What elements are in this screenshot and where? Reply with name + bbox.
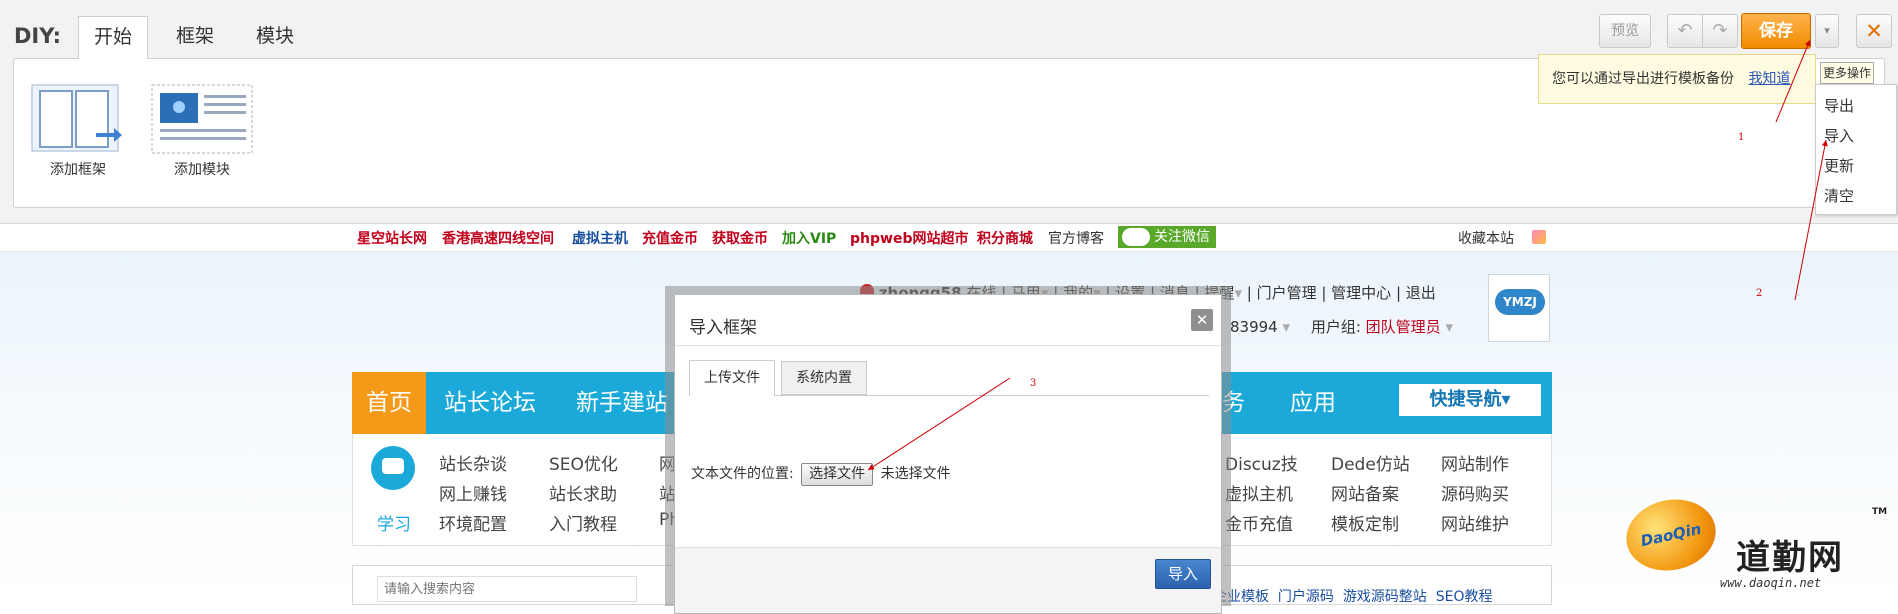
sub-nav-link[interactable]: Discuz技: [1225, 450, 1298, 475]
hot-link[interactable]: SEO教程: [1436, 589, 1493, 605]
learn-label[interactable]: 学习: [377, 510, 411, 535]
dialog-close-icon[interactable]: ✕: [1191, 309, 1213, 331]
sub-nav-link[interactable]: 网站维护: [1441, 510, 1509, 535]
sub-nav-link[interactable]: 金币充值: [1225, 510, 1293, 535]
follow-wechat-label: 关注微信: [1154, 229, 1210, 245]
import-frame-dialog: 导入框架 ✕ 上传文件 系统内置 文本文件的位置: 选择文件 未选择文件 导入: [674, 294, 1222, 614]
learn-icon: [371, 446, 415, 490]
menu-item-clear[interactable]: 清空: [1816, 181, 1896, 211]
hot-link[interactable]: 游戏源码整站: [1343, 589, 1427, 605]
file-status: 未选择文件: [880, 466, 951, 482]
portal-admin-link[interactable]: 门户管理: [1257, 284, 1317, 302]
quick-nav-button[interactable]: 快捷导航▾: [1399, 384, 1541, 416]
file-field-row: 文本文件的位置: 选择文件 未选择文件: [691, 463, 951, 486]
watermark-url: www.daoqin.net: [1720, 576, 1822, 590]
site-logo[interactable]: YMZJ: [1488, 274, 1550, 342]
preview-button[interactable]: 预览: [1599, 14, 1651, 48]
tab-system-builtin[interactable]: 系统内置: [781, 361, 867, 395]
menu-item-export[interactable]: 导出: [1816, 91, 1896, 121]
tab-start[interactable]: 开始: [78, 16, 148, 59]
menu-item-import[interactable]: 导入: [1816, 121, 1896, 151]
top-link[interactable]: 充值金币: [642, 228, 698, 248]
watermark-name: 道勤网: [1736, 538, 1844, 578]
top-link[interactable]: 获取金币: [712, 228, 768, 248]
sub-nav-link[interactable]: SEO优化: [549, 450, 618, 475]
top-link-bar: 星空站长网 香港高速四线空间 虚拟主机 充值金币 获取金币 加入VIP phpw…: [0, 224, 1898, 252]
add-frame-label: 添加框架: [50, 162, 106, 178]
sub-nav-link[interactable]: 模板定制: [1331, 510, 1399, 535]
add-module-button[interactable]: 添加模块: [150, 83, 254, 179]
sub-nav-link[interactable]: 网上赚钱: [439, 480, 507, 505]
dialog-divider: [675, 345, 1221, 346]
choose-file-button[interactable]: 选择文件: [801, 463, 874, 486]
frame-icon: [31, 84, 122, 152]
tip-dismiss-link[interactable]: 我知道: [1748, 71, 1790, 87]
top-link[interactable]: 官方博客: [1048, 228, 1104, 248]
sub-nav-link[interactable]: 站长杂谈: [439, 450, 507, 475]
diy-toolbar: DIY: 开始 框架 模块 添加框架 添加模块 预览 ↶ ↷ 保存 ▾ ✕ 您可…: [0, 0, 1898, 224]
more-actions-menu: 导出 导入 更新 清空: [1815, 84, 1897, 215]
sub-nav-link[interactable]: 网站备案: [1331, 480, 1399, 505]
top-link[interactable]: 积分商城: [977, 228, 1033, 248]
top-link[interactable]: phpweb网站超市: [850, 228, 968, 248]
sub-nav-link[interactable]: 网站制作: [1441, 450, 1509, 475]
logout-link[interactable]: 退出: [1406, 284, 1436, 302]
sub-nav-link[interactable]: 站长求助: [549, 480, 617, 505]
file-field-label: 文本文件的位置:: [691, 466, 794, 482]
diy-label: DIY:: [14, 24, 62, 48]
dialog-footer: [675, 547, 1221, 613]
sub-nav-link[interactable]: 入门教程: [549, 510, 617, 535]
top-link[interactable]: 星空站长网: [357, 228, 427, 248]
menu-item-update[interactable]: 更新: [1816, 151, 1896, 181]
search-input[interactable]: [377, 576, 637, 602]
more-actions-button[interactable]: ▾: [1815, 14, 1839, 48]
import-submit-button[interactable]: 导入: [1155, 559, 1211, 589]
follow-wechat-button[interactable]: 关注微信: [1118, 226, 1216, 248]
redo-icon[interactable]: ↷: [1702, 14, 1738, 48]
nav-apps[interactable]: 应用: [1290, 372, 1336, 434]
tab-module[interactable]: 模块: [240, 16, 310, 58]
sub-nav-link[interactable]: 源码购买: [1441, 480, 1509, 505]
tab-frame[interactable]: 框架: [160, 16, 230, 58]
sub-nav-link[interactable]: 环境配置: [439, 510, 507, 535]
nav-beginner[interactable]: 新手建站: [576, 372, 668, 434]
annotation-number: 3: [1030, 378, 1037, 389]
admin-center-link[interactable]: 管理中心: [1331, 284, 1391, 302]
user-points-line: 83994 ▾ 用户组: 团队管理员 ▾: [1230, 318, 1453, 336]
add-module-label: 添加模块: [174, 162, 230, 178]
top-link[interactable]: 香港高速四线空间: [442, 228, 554, 248]
backup-tip: 您可以通过导出进行模板备份 我知道: [1538, 54, 1816, 104]
nav-forum[interactable]: 站长论坛: [444, 372, 536, 434]
undo-icon[interactable]: ↶: [1667, 14, 1703, 48]
favorite-link[interactable]: 收藏本站: [1458, 228, 1514, 248]
hot-link[interactable]: 门户源码: [1278, 589, 1334, 605]
save-button[interactable]: 保存: [1741, 13, 1811, 49]
sub-nav-link[interactable]: 虚拟主机: [1225, 480, 1293, 505]
user-group-label: 用户组:: [1310, 318, 1361, 336]
top-link[interactable]: 加入VIP: [782, 228, 836, 248]
annotation-number: 2: [1756, 288, 1763, 299]
points-value: 83994: [1230, 318, 1278, 336]
more-actions-tooltip: 更多操作: [1820, 62, 1874, 84]
module-icon: [151, 84, 253, 154]
add-frame-button[interactable]: 添加框架: [30, 83, 126, 179]
sub-nav-link[interactable]: Dede仿站: [1331, 450, 1410, 475]
hot-links: 企业模板 门户源码 游戏源码整站 SEO教程: [1213, 586, 1492, 606]
backup-tip-text: 您可以通过导出进行模板备份: [1552, 71, 1734, 87]
wechat-icon: [1122, 228, 1150, 246]
nav-home[interactable]: 首页: [352, 372, 426, 434]
tab-upload-file[interactable]: 上传文件: [689, 360, 775, 396]
top-link[interactable]: 虚拟主机: [572, 228, 628, 248]
watermark-tm: TM: [1872, 507, 1888, 517]
favorite-icon: [1532, 230, 1546, 244]
annotation-number: 1: [1738, 132, 1745, 143]
site-logo-text: YMZJ: [1495, 289, 1545, 315]
close-diy-button[interactable]: ✕: [1856, 14, 1892, 48]
dialog-title: 导入框架: [689, 318, 757, 338]
user-group-value: 团队管理员: [1365, 318, 1441, 336]
